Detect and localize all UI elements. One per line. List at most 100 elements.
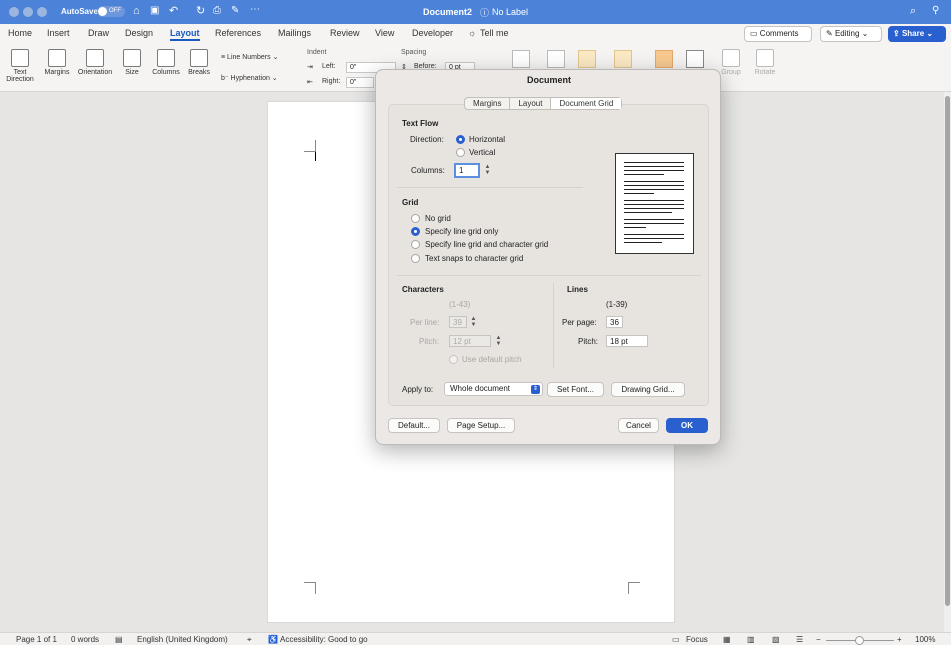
tab-home[interactable]: Home xyxy=(8,28,32,38)
line-pitch-field[interactable]: 18 pt xyxy=(606,335,648,347)
proofing-icon[interactable]: ▤ xyxy=(115,635,123,644)
char-pitch-field[interactable]: 12 pt xyxy=(449,335,491,347)
tab-layout[interactable]: Layout xyxy=(510,98,552,109)
per-line-field[interactable]: 39 xyxy=(449,316,467,328)
tab-view[interactable]: View xyxy=(375,28,394,38)
direction-vertical-radio[interactable] xyxy=(456,148,465,157)
lines-range: (1-39) xyxy=(606,300,628,309)
apply-to-value: Whole document xyxy=(450,384,511,393)
read-mode-icon[interactable]: ▧ xyxy=(772,635,780,644)
char-pitch-stepper[interactable]: ▲ ▼ xyxy=(495,335,502,347)
size-button[interactable]: Size xyxy=(119,49,145,76)
tab-insert[interactable]: Insert xyxy=(47,28,70,38)
focus-icon: ▭ xyxy=(672,635,680,644)
line-grid-only-radio[interactable] xyxy=(411,227,420,236)
scrollbar-thumb[interactable] xyxy=(945,96,950,606)
more-icon[interactable]: ⋯ xyxy=(250,4,260,15)
columns-stepper[interactable]: ▲ ▼ xyxy=(484,164,491,176)
edit-doc-icon[interactable]: ✎ xyxy=(231,5,239,16)
accessibility-status[interactable]: Accessibility: Good to go xyxy=(280,635,368,644)
zoom-in-button[interactable]: + xyxy=(897,635,902,644)
tab-developer[interactable]: Developer xyxy=(412,28,453,38)
drawing-grid-button[interactable]: Drawing Grid... xyxy=(611,382,685,397)
set-font-button[interactable]: Set Font... xyxy=(547,382,604,397)
line-numbers-label: Line Numbers xyxy=(227,54,271,61)
line-numbers-icon: ≡ xyxy=(221,54,226,61)
no-grid-radio[interactable] xyxy=(411,214,420,223)
share-button[interactable]: ⇪ Share ⌄ xyxy=(888,26,946,42)
margins-button[interactable]: Margins xyxy=(41,49,73,76)
columns-button[interactable]: Columns xyxy=(149,49,183,76)
ribbon-tabs: Home Insert Draw Design Layout Reference… xyxy=(0,24,951,44)
save-icon[interactable]: ▣ xyxy=(150,5,159,16)
bring-forward-icon[interactable] xyxy=(578,50,596,68)
orientation-button[interactable]: Orientation xyxy=(75,49,115,76)
account-icon[interactable]: ⚲ xyxy=(932,5,939,16)
tell-me[interactable]: Tell me xyxy=(480,28,509,38)
per-line-stepper[interactable]: ▲ ▼ xyxy=(470,316,477,328)
comments-button[interactable]: ▭ Comments xyxy=(744,26,812,42)
lightbulb-icon: ☼ xyxy=(468,28,477,38)
hyphenation-button[interactable]: b⁻ Hyphenation ⌄ xyxy=(221,74,278,82)
tab-mailings[interactable]: Mailings xyxy=(278,28,311,38)
page-count[interactable]: Page 1 of 1 xyxy=(16,635,57,644)
tab-document-grid[interactable]: Document Grid xyxy=(551,98,622,109)
indent-right-field[interactable]: 0" xyxy=(346,77,374,88)
ok-button[interactable]: OK xyxy=(666,418,708,433)
macro-icon[interactable]: ⌖ xyxy=(247,635,252,645)
use-default-pitch-checkbox[interactable] xyxy=(449,355,458,364)
outline-icon[interactable]: ☰ xyxy=(796,635,803,644)
no-grid-label: No grid xyxy=(425,214,451,223)
align-icon[interactable] xyxy=(686,50,704,68)
rotate-icon xyxy=(756,49,774,67)
line-numbers-button[interactable]: ≡ Line Numbers ⌄ xyxy=(221,53,278,61)
close-window-button[interactable] xyxy=(9,7,19,17)
status-bar: Page 1 of 1 0 words ▤ English (United Ki… xyxy=(0,632,951,645)
tab-layout[interactable]: Layout xyxy=(170,28,200,41)
zoom-window-button[interactable] xyxy=(37,7,47,17)
send-backward-icon[interactable] xyxy=(614,50,632,68)
sensitivity-label[interactable]: No Label xyxy=(492,7,528,17)
tab-references[interactable]: References xyxy=(215,28,261,38)
line-and-char-grid-radio[interactable] xyxy=(411,240,420,249)
position-icon[interactable] xyxy=(512,50,530,68)
minimize-window-button[interactable] xyxy=(23,7,33,17)
undo-icon[interactable]: ↶ xyxy=(169,4,178,17)
columns-field[interactable]: 1 xyxy=(454,163,480,178)
breaks-button[interactable]: Breaks xyxy=(184,49,214,76)
direction-horizontal-label: Horizontal xyxy=(469,135,506,144)
print-layout-icon[interactable]: ▦ xyxy=(723,635,731,644)
tab-review[interactable]: Review xyxy=(330,28,360,38)
page-setup-button[interactable]: Page Setup... xyxy=(447,418,515,433)
home-icon[interactable]: ⌂ xyxy=(133,5,140,17)
apply-to-select[interactable]: Whole document ⇕ xyxy=(444,382,543,396)
char-pitch-label: Pitch: xyxy=(419,337,440,346)
group-button[interactable]: Group xyxy=(716,49,746,76)
zoom-out-button[interactable]: − xyxy=(816,635,821,644)
text-direction-button[interactable]: Text Direction xyxy=(5,49,35,83)
cancel-button[interactable]: Cancel xyxy=(618,418,659,433)
web-layout-icon[interactable]: ▥ xyxy=(747,635,755,644)
chevron-down-icon: ⌄ xyxy=(926,29,934,38)
language-status[interactable]: English (United Kingdom) xyxy=(137,635,228,644)
redo-icon[interactable]: ↻ xyxy=(196,4,205,17)
word-count[interactable]: 0 words xyxy=(71,635,99,644)
tab-margins[interactable]: Margins xyxy=(465,98,511,109)
tab-draw[interactable]: Draw xyxy=(88,28,109,38)
zoom-level[interactable]: 100% xyxy=(915,635,935,644)
rotate-button[interactable]: Rotate xyxy=(750,49,780,76)
selection-pane-icon[interactable] xyxy=(655,50,673,68)
zoom-slider-handle[interactable] xyxy=(855,636,864,645)
per-page-field[interactable]: 36 xyxy=(606,316,623,328)
editing-button[interactable]: ✎ Editing ⌄ xyxy=(820,26,882,42)
search-icon[interactable]: ⌕ xyxy=(910,5,916,18)
direction-horizontal-radio[interactable] xyxy=(456,135,465,144)
focus-button[interactable]: Focus xyxy=(686,635,708,644)
snap-to-char-grid-radio[interactable] xyxy=(411,254,420,263)
wrap-text-icon[interactable] xyxy=(547,50,565,68)
preview-line xyxy=(624,185,684,186)
default-button[interactable]: Default... xyxy=(388,418,440,433)
print-icon[interactable]: ⎙ xyxy=(213,5,221,16)
tab-design[interactable]: Design xyxy=(125,28,153,38)
autosave-toggle[interactable]: OFF xyxy=(97,6,125,17)
